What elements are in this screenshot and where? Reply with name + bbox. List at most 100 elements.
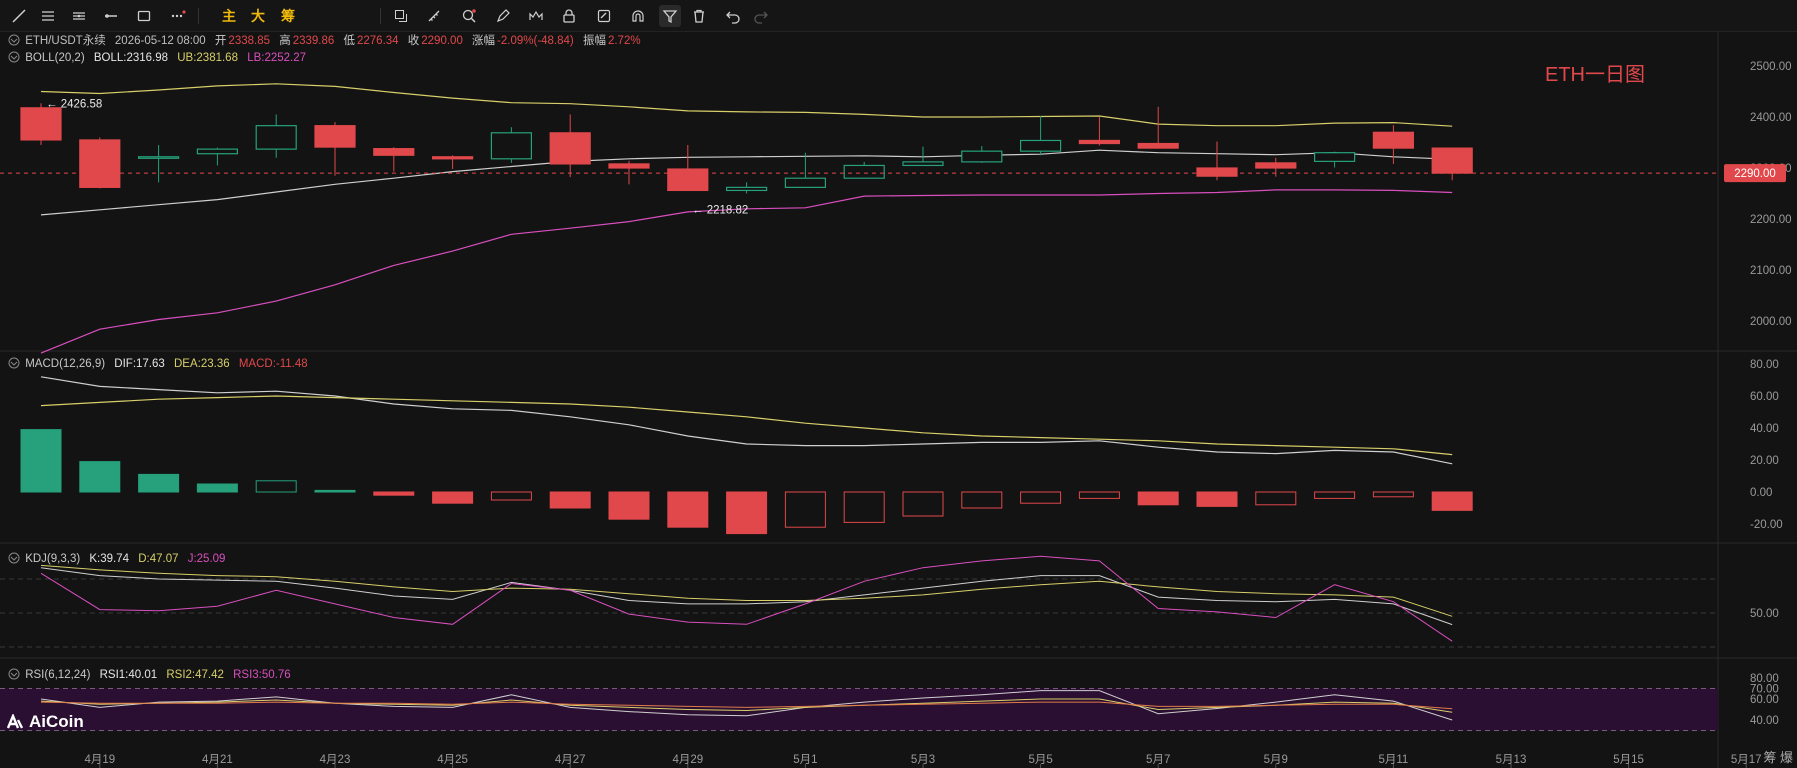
high-value: 2339.86 — [292, 35, 335, 47]
lock-button[interactable] — [558, 5, 580, 27]
eye-icon[interactable] — [8, 357, 20, 369]
parallel-channel-icon — [73, 12, 85, 20]
trend-line-button[interactable] — [8, 5, 30, 27]
x-axis-label: 5月7 — [1146, 754, 1170, 766]
dots-menu-button[interactable] — [167, 5, 189, 27]
macd-bar — [79, 461, 121, 493]
lock-icon — [563, 9, 575, 23]
undo-button[interactable] — [722, 5, 744, 27]
macd-bar — [1078, 491, 1120, 499]
kdj-j-line — [40, 555, 1453, 642]
price-axis-tick: 2100.00 — [1750, 265, 1792, 277]
candle-body — [255, 125, 297, 150]
candle-body — [1313, 152, 1356, 162]
candle-body — [490, 132, 532, 160]
redo-button[interactable] — [750, 5, 772, 27]
candle-body — [549, 132, 591, 165]
eye-icon[interactable] — [8, 34, 20, 46]
horizontal-ray-button[interactable] — [100, 5, 122, 27]
macd-bar — [784, 491, 826, 528]
eye-icon[interactable] — [8, 668, 20, 680]
macd-bar — [373, 491, 415, 496]
rsi-name: RSI(6,12,24) — [25, 669, 91, 681]
zoom-search-icon — [462, 9, 476, 23]
chart-canvas[interactable]: 2500.002400.002300.002200.002100.002000.… — [0, 31, 1797, 768]
macd-bar — [1020, 491, 1062, 504]
brush-button[interactable] — [492, 5, 514, 27]
price-axis-tick: 2400.00 — [1750, 112, 1792, 124]
magnet-button[interactable] — [627, 5, 649, 27]
zoom-search-button[interactable] — [458, 5, 480, 27]
boll-name: BOLL(20,2) — [25, 52, 85, 64]
close-value: 2290.00 — [421, 35, 463, 47]
magnet-icon — [632, 10, 644, 22]
max-price-label: ← 2426.58 — [46, 98, 102, 110]
change-value: -2.09%(-48.84) — [497, 35, 574, 47]
redo-icon — [754, 11, 768, 24]
rsi2-value: RSI2:47.42 — [166, 669, 224, 681]
datetime-label: 2026-05-12 08:00 — [114, 35, 206, 47]
macd-axis-tick: 40.00 — [1750, 423, 1779, 435]
pattern-button[interactable] — [525, 5, 547, 27]
macd-bar — [667, 491, 709, 528]
ruler-button[interactable] — [423, 5, 445, 27]
eye-icon[interactable] — [8, 51, 20, 63]
copy-icon — [395, 10, 407, 22]
x-axis-label: 4月27 — [555, 754, 586, 766]
rsi-band — [0, 688, 1718, 731]
macd-axis-tick: 60.00 — [1750, 391, 1779, 403]
trash-button[interactable] — [688, 5, 710, 27]
horizontal-lines-icon — [42, 11, 54, 21]
macd-name: MACD(12,26,9) — [25, 358, 106, 370]
min-price-label: ← 2218.82 — [692, 204, 748, 216]
amplitude-label: 振幅 — [582, 35, 606, 47]
macd-axis-tick: 0.00 — [1750, 487, 1772, 499]
macd-dea-line — [40, 395, 1453, 456]
x-axis-label: 4月29 — [672, 754, 703, 766]
corner-buttons[interactable]: 筹 爆 — [1763, 747, 1793, 766]
macd-bar — [1431, 491, 1473, 511]
macd-bar — [490, 491, 532, 501]
candle-body — [196, 148, 238, 155]
copy-button[interactable] — [390, 5, 412, 27]
macd-bar — [843, 491, 885, 523]
dots-menu-icon — [171, 10, 186, 18]
macd-bar — [549, 491, 591, 509]
pattern-icon — [529, 10, 543, 20]
x-axis-label: 5月1 — [793, 754, 817, 766]
macd-macd-value: MACD:-11.48 — [238, 358, 308, 370]
candle-body — [1078, 139, 1121, 145]
edit-note-button[interactable] — [593, 5, 615, 27]
last-price-tag-text: 2290.00 — [1734, 168, 1776, 180]
filter-button[interactable] — [659, 5, 681, 27]
drawing-toolbar: 主大筹 — [0, 0, 1797, 32]
parallel-channel-button[interactable] — [68, 5, 90, 27]
candle-body — [1431, 147, 1473, 174]
macd-bar — [1372, 491, 1414, 498]
chart-annotation: ETH一日图 — [1545, 64, 1645, 86]
rectangle-icon — [137, 10, 151, 22]
cn-button-0[interactable]: 主 — [218, 5, 240, 27]
x-axis-label: 5月9 — [1264, 754, 1288, 766]
macd-bar — [432, 491, 474, 504]
rectangle-button[interactable] — [133, 5, 155, 27]
eye-icon[interactable] — [8, 552, 20, 564]
boll-lb-value: LB:2252.27 — [247, 52, 307, 64]
edit-note-icon — [597, 9, 611, 23]
macd-bar — [961, 491, 1003, 509]
candle-body — [373, 148, 415, 156]
horizontal-lines-button[interactable] — [37, 5, 59, 27]
x-axis-label: 4月23 — [320, 754, 351, 766]
amplitude-value: 2.72% — [607, 35, 641, 47]
macd-axis-tick: -20.00 — [1750, 519, 1783, 531]
macd-bar — [1255, 491, 1297, 506]
boll-legend: BOLL(20,2) BOLL:2316.98 UB:2381.68 LB:22… — [8, 51, 312, 64]
macd-bar — [314, 489, 356, 493]
cn-button-2[interactable]: 筹 — [277, 5, 299, 27]
candle-body — [1196, 167, 1238, 177]
cn-button-1[interactable]: 大 — [247, 5, 269, 27]
candle-body — [784, 177, 827, 188]
high-label: 高 — [279, 35, 291, 47]
boll-mid-value: BOLL:2316.98 — [93, 52, 169, 64]
price-axis-tick: 2500.00 — [1750, 61, 1792, 73]
